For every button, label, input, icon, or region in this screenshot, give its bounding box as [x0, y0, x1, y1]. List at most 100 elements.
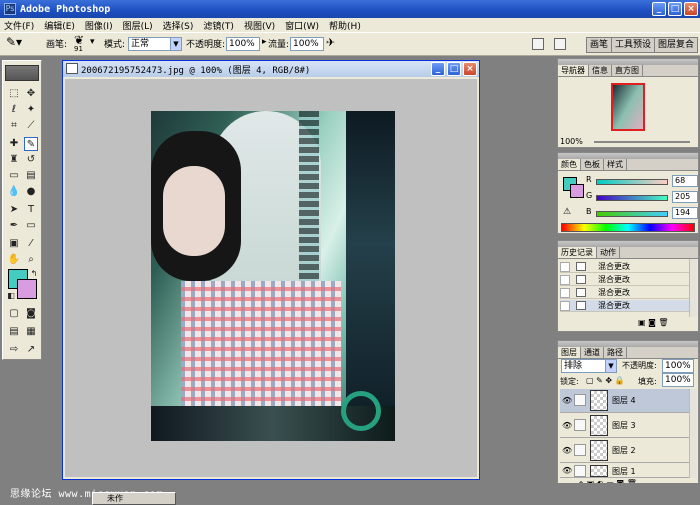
color-value-g[interactable]: 205: [672, 191, 698, 203]
menu-file[interactable]: 文件(F): [4, 19, 34, 32]
eyedropper-icon[interactable]: ⁄: [24, 237, 38, 251]
layer-row[interactable]: 👁 图层 2: [560, 439, 692, 463]
history-source-checkbox[interactable]: [560, 288, 570, 298]
tab-paths[interactable]: 路径: [604, 347, 627, 358]
default-colors-icon[interactable]: ◧: [4, 289, 18, 303]
jump-tool-icon[interactable]: ↗: [24, 343, 38, 357]
move-tool-icon[interactable]: ✥: [24, 87, 38, 101]
history-footer-icons[interactable]: ▣ ◙ 🗑: [638, 318, 669, 327]
gradient-tool-icon[interactable]: ▤: [24, 169, 38, 183]
color-value-b[interactable]: 194: [672, 207, 698, 219]
clone-stamp-icon[interactable]: ♜: [7, 153, 21, 167]
history-source-checkbox[interactable]: [560, 301, 570, 311]
tab-swatches[interactable]: 色板: [581, 159, 604, 170]
menu-help[interactable]: 帮助(H): [329, 19, 361, 32]
tab-color[interactable]: 颜色: [558, 159, 581, 170]
quick-mask-icon[interactable]: ◙: [24, 307, 38, 321]
eye-icon[interactable]: 👁: [562, 421, 572, 430]
tab-actions[interactable]: 动作: [597, 247, 620, 258]
gamut-warning-icon[interactable]: ⚠: [563, 207, 571, 217]
brush-tool-icon[interactable]: ✎: [24, 137, 38, 151]
history-item[interactable]: 混合更改: [560, 274, 694, 286]
fill-input[interactable]: 100%: [662, 373, 694, 387]
photoshop-logo[interactable]: [5, 65, 39, 81]
document-titlebar[interactable]: 200672195752473.jpg @ 100% (图层 4, RGB/8#…: [63, 61, 479, 77]
pen-tool-icon[interactable]: ✒: [7, 219, 21, 233]
background-color-swatch[interactable]: [17, 279, 37, 299]
blend-mode-select[interactable]: 排除 ▼: [561, 359, 617, 373]
color-slider-g[interactable]: [596, 195, 668, 201]
opacity-arrow-icon[interactable]: ▸: [262, 37, 267, 47]
tab-info[interactable]: 信息: [589, 65, 612, 76]
tab-channels[interactable]: 通道: [581, 347, 604, 358]
history-item[interactable]: 混合更改: [560, 287, 694, 299]
zoom-slider[interactable]: [594, 141, 690, 143]
maximize-button[interactable]: □: [668, 2, 682, 16]
tab-styles[interactable]: 样式: [604, 159, 627, 170]
history-source-checkbox[interactable]: [560, 262, 570, 272]
canvas-area[interactable]: [65, 79, 477, 477]
brush-link-icon[interactable]: [574, 394, 586, 406]
type-tool-icon[interactable]: T: [24, 203, 38, 217]
hand-tool-icon[interactable]: ✋: [7, 253, 21, 267]
doc-minimize-button[interactable]: _: [431, 62, 445, 76]
menu-filter[interactable]: 滤镜(T): [203, 19, 234, 32]
blur-tool-icon[interactable]: 💧: [7, 185, 21, 199]
shape-tool-icon[interactable]: ▭: [24, 219, 38, 233]
color-slider-b[interactable]: [596, 211, 668, 217]
notes-tool-icon[interactable]: ▣: [7, 237, 21, 251]
menu-edit[interactable]: 编辑(E): [44, 19, 75, 32]
doc-maximize-button[interactable]: □: [447, 62, 461, 76]
full-screen-icon[interactable]: ▦: [24, 325, 38, 339]
path-selection-icon[interactable]: ➤: [7, 203, 21, 217]
minimize-button[interactable]: _: [652, 2, 666, 16]
slice-tool-icon[interactable]: ⟋: [24, 119, 38, 133]
link-box[interactable]: [574, 465, 586, 477]
eye-icon[interactable]: 👁: [562, 446, 572, 455]
brush-tool-icon[interactable]: ✎▾: [6, 35, 22, 49]
color-spectrum[interactable]: [561, 223, 695, 232]
lasso-tool-icon[interactable]: ℓ: [7, 103, 21, 117]
doc-close-button[interactable]: ×: [463, 62, 477, 76]
tab-brushes[interactable]: 画笔: [587, 38, 612, 52]
layer-row-active[interactable]: 👁 图层 4: [560, 389, 692, 413]
brush-dropdown-icon[interactable]: ▾: [90, 37, 95, 47]
layer-opacity-input[interactable]: 100%: [662, 359, 694, 373]
opacity-input[interactable]: 100%: [226, 37, 260, 51]
menu-select[interactable]: 选择(S): [163, 19, 194, 32]
standard-mode-icon[interactable]: ▢: [7, 307, 21, 321]
history-scrollbar[interactable]: [689, 259, 697, 317]
history-item[interactable]: 混合更改: [560, 261, 694, 273]
tab-layer-comps[interactable]: 图层复合: [655, 38, 697, 52]
color-value-r[interactable]: 68: [672, 175, 698, 187]
screen-mode-icon[interactable]: ▤: [7, 325, 21, 339]
link-box[interactable]: [574, 444, 586, 456]
swap-colors-icon[interactable]: ↰: [27, 267, 41, 281]
marquee-tool-icon[interactable]: ⬚: [7, 87, 21, 101]
tab-layers[interactable]: 图层: [558, 347, 581, 358]
eye-icon[interactable]: 👁: [562, 396, 572, 405]
mode-select[interactable]: 正常 ▼: [128, 37, 182, 51]
palette-well-icon[interactable]: [554, 38, 566, 50]
menu-window[interactable]: 窗口(W): [285, 19, 319, 32]
crop-tool-icon[interactable]: ⌗: [7, 119, 21, 133]
menu-view[interactable]: 视图(V): [244, 19, 275, 32]
tab-navigator[interactable]: 导航器: [558, 65, 589, 76]
layers-scrollbar[interactable]: [689, 389, 697, 478]
close-button[interactable]: ×: [684, 2, 698, 16]
navigator-thumbnail[interactable]: [611, 83, 645, 131]
photo-canvas[interactable]: [151, 111, 395, 441]
navigator-zoom[interactable]: 100%: [560, 137, 583, 146]
history-brush-icon[interactable]: ↺: [24, 153, 38, 167]
file-browser-icon[interactable]: [532, 38, 544, 50]
layer-row[interactable]: 👁 图层 3: [560, 414, 692, 438]
menu-image[interactable]: 图像(I): [85, 19, 113, 32]
taskbar-button[interactable]: 未作: [92, 492, 176, 505]
color-background-swatch[interactable]: [570, 184, 584, 198]
tab-history[interactable]: 历史记录: [558, 247, 597, 258]
tab-histogram[interactable]: 直方图: [612, 65, 643, 76]
healing-brush-icon[interactable]: ✚: [7, 137, 21, 151]
history-source-checkbox[interactable]: [560, 275, 570, 285]
zoom-tool-icon[interactable]: ⌕: [24, 253, 38, 267]
history-item-active[interactable]: 混合更改: [560, 300, 694, 312]
